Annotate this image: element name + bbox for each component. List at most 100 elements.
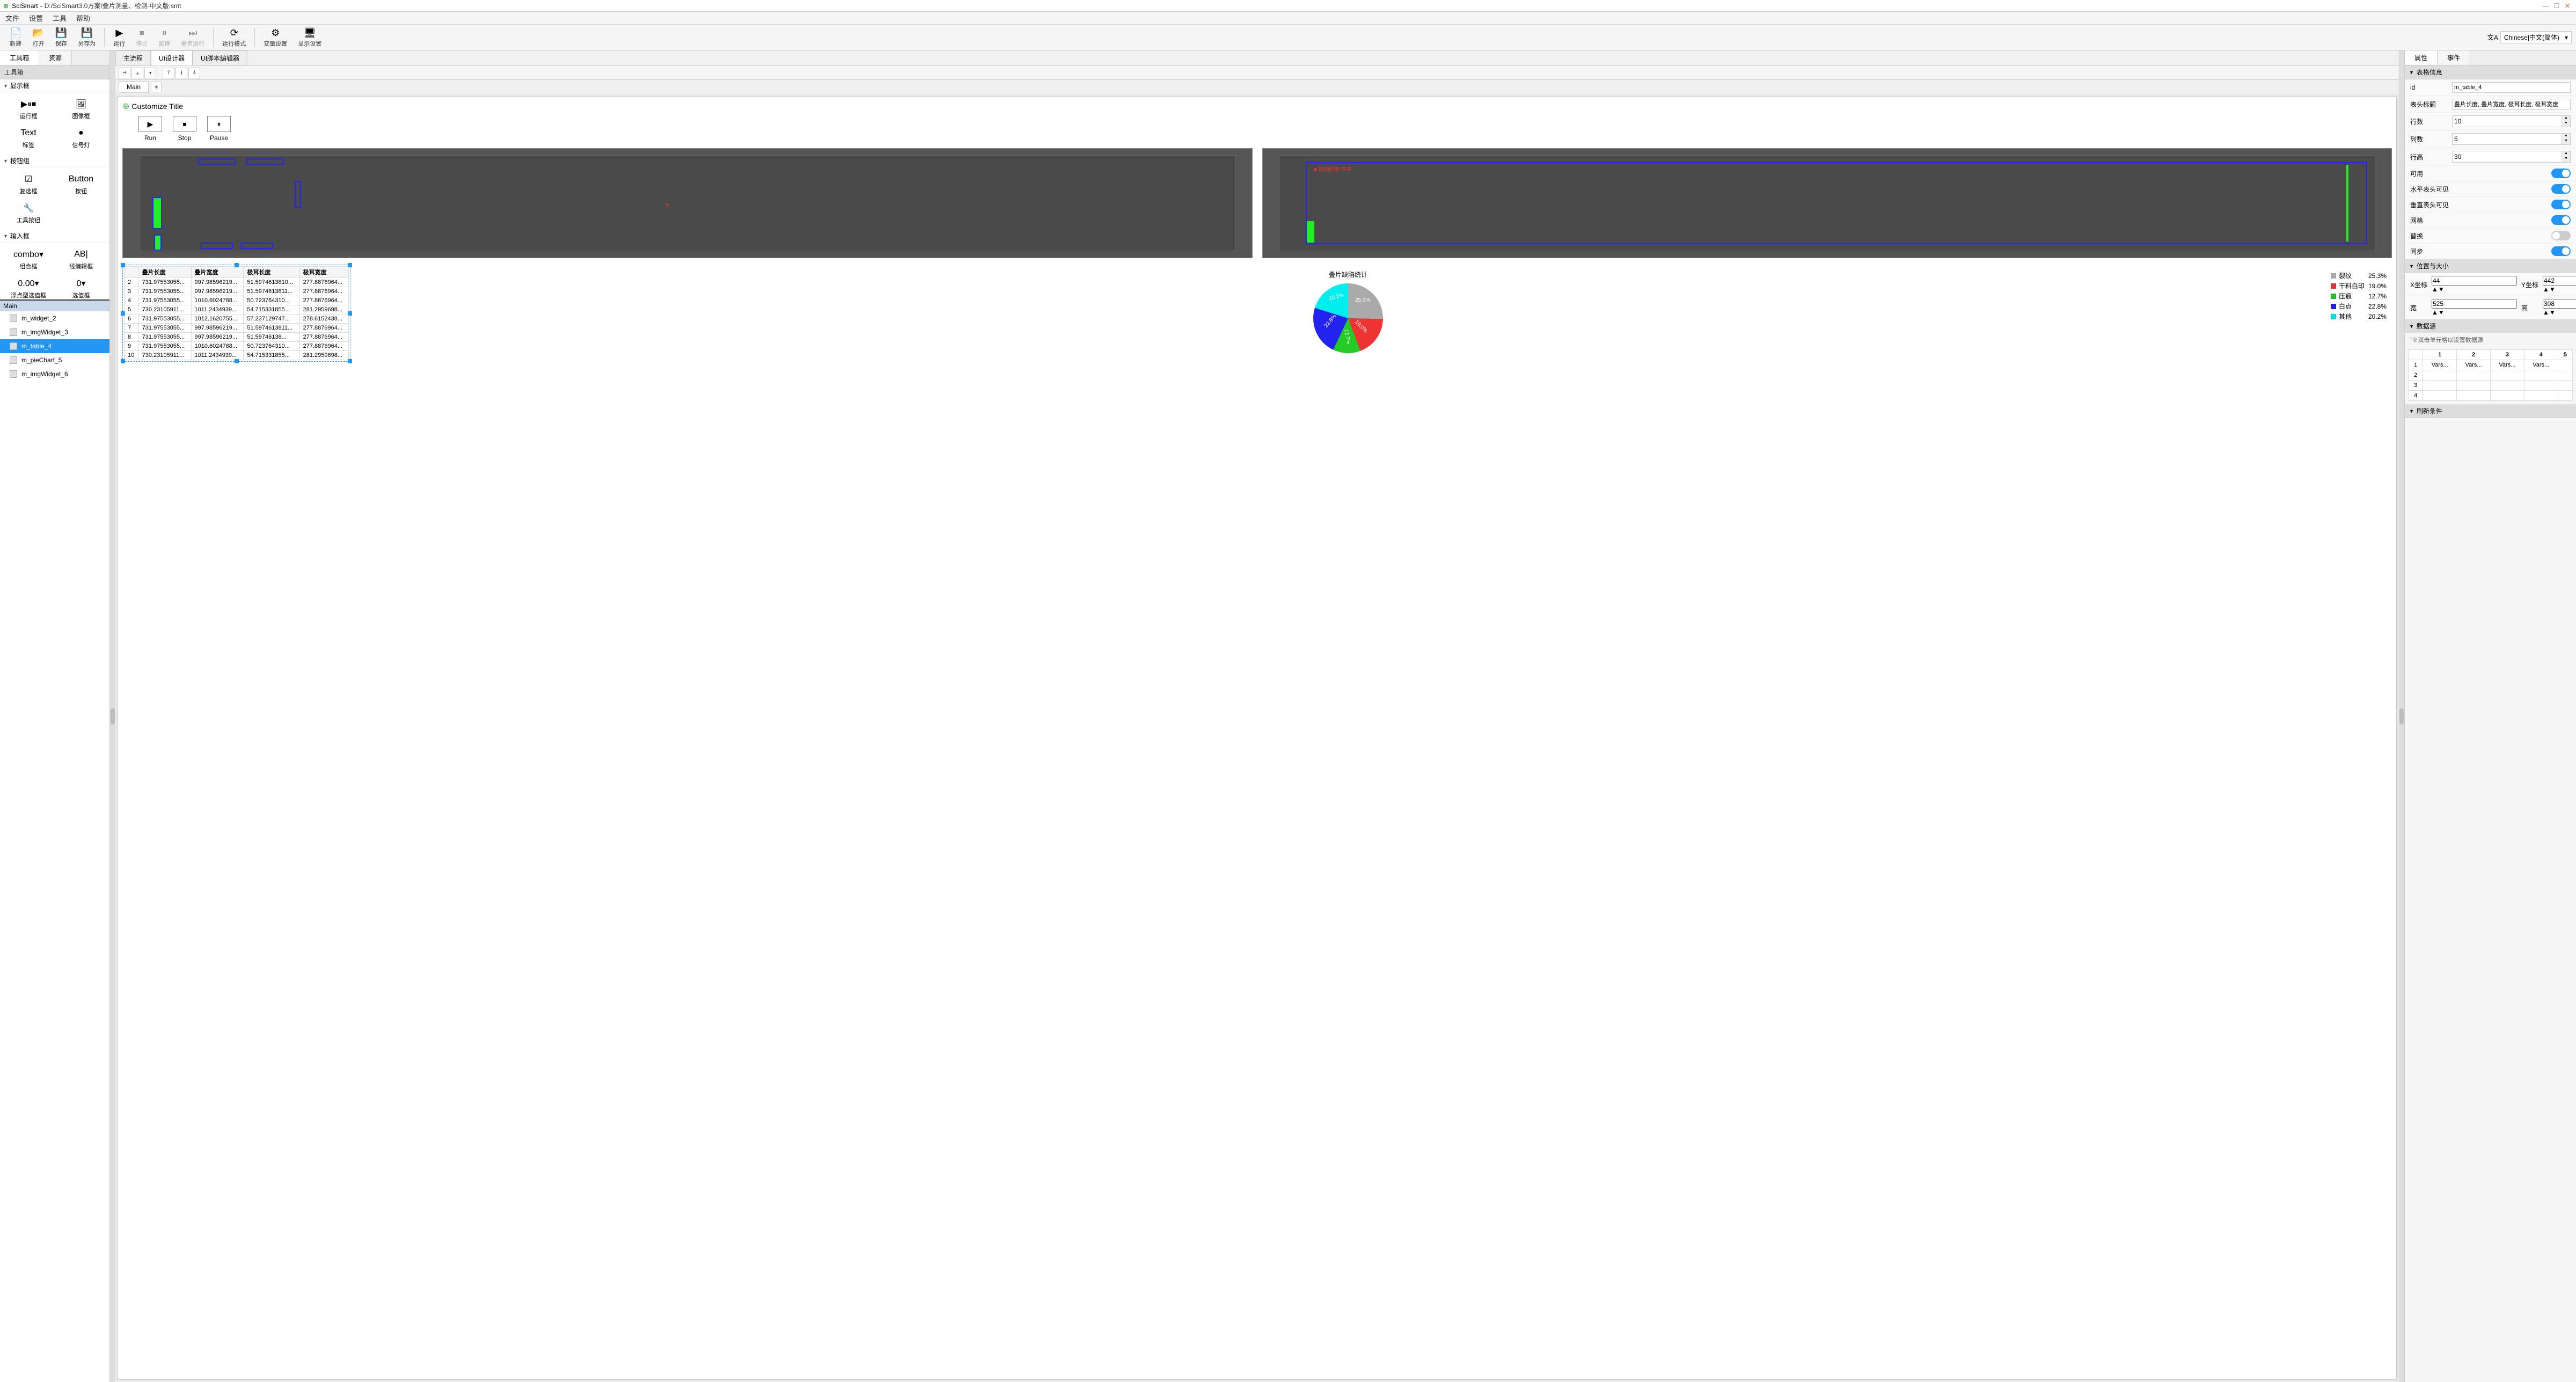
prop-w-input[interactable]: [2432, 299, 2517, 309]
minimize-icon[interactable]: —: [2541, 2, 2551, 10]
outline-item-m_table_4[interactable]: m_table_4: [0, 339, 109, 353]
pie-chart-widget[interactable]: 叠片缺陷统计 25.3% 19.0% 12.7% 22.8% 20.2% 裂纹2…: [360, 265, 2392, 362]
tool-2-2[interactable]: 0.00▾浮点型选值框: [2, 274, 55, 299]
tab-ui-designer[interactable]: UI设计器: [151, 50, 193, 65]
design-tab-main[interactable]: Main: [119, 81, 149, 93]
toolbar-cfg-0[interactable]: ⚙变量设置: [258, 26, 292, 49]
run-btn-stop[interactable]: ⏹: [173, 116, 196, 132]
toolbar-run-2[interactable]: ⏸暂停: [153, 26, 175, 49]
right-splitter[interactable]: [2399, 50, 2404, 1382]
toolbar-file-2[interactable]: 💾保存: [50, 26, 72, 49]
table-widget-selected[interactable]: 叠片长度叠片宽度极耳长度极耳宽度2731.97553055...997.9859…: [122, 265, 350, 362]
menu-settings[interactable]: 设置: [29, 13, 43, 23]
prop-rowh-input[interactable]: [2452, 151, 2562, 163]
prop-x-input[interactable]: [2432, 276, 2517, 286]
table-row[interactable]: 5730.23105911...1011.2434939...54.715331…: [125, 305, 349, 315]
title-bar: ⊕ SciSmart - D:/SciSmart3.0方案/叠片测量、检测-中文…: [0, 0, 2576, 12]
tool-1-0[interactable]: ☑复选框: [2, 170, 55, 199]
toggle-alt[interactable]: [2551, 231, 2571, 240]
menu-tools[interactable]: 工具: [53, 13, 67, 23]
tab-events[interactable]: 事件: [2438, 50, 2470, 65]
tab-main-flow[interactable]: 主流程: [115, 50, 151, 65]
add-tab-button[interactable]: +: [151, 82, 162, 92]
left-splitter[interactable]: [110, 50, 115, 1382]
tool-1-1[interactable]: Button按钮: [55, 170, 107, 199]
design-canvas[interactable]: ⊕ Customize Title ▶Run⏹Stop⏸Pause +: [118, 96, 2397, 1380]
prop-header-input[interactable]: [2452, 99, 2571, 109]
align-bottom-icon[interactable]: ⫰: [188, 68, 200, 78]
group-2[interactable]: 输入框: [0, 230, 109, 243]
tab-resources[interactable]: 资源: [39, 50, 72, 65]
toolbar-cfg-1[interactable]: 🖥显示设置: [292, 26, 327, 49]
outline-item-m_imgWidget_6[interactable]: m_imgWidget_6: [0, 367, 109, 381]
table-row[interactable]: 3731.97553055...997.98596219...51.597461…: [125, 287, 349, 296]
outline-item-m_imgWidget_3[interactable]: m_imgWidget_3: [0, 325, 109, 339]
toggle-vheader[interactable]: [2551, 200, 2571, 209]
table-row[interactable]: 4731.97553055...1010.6024788...50.723764…: [125, 296, 349, 305]
prop-id-input[interactable]: [2452, 82, 2571, 93]
section-refresh[interactable]: 刷新条件: [2405, 404, 2576, 418]
customize-title: Customize Title: [131, 102, 183, 111]
customize-logo-icon: ⊕: [122, 101, 129, 112]
section-position[interactable]: 位置与大小: [2405, 259, 2576, 273]
tool-0-3[interactable]: ●信号灯: [55, 123, 107, 152]
toggle-hheader[interactable]: [2551, 184, 2571, 194]
tool-1-2[interactable]: 🔧工具按钮: [2, 199, 55, 228]
toggle-grid[interactable]: [2551, 215, 2571, 225]
tool-0-1[interactable]: 🖼图像框: [55, 94, 107, 123]
toolbar-file-0[interactable]: 📄新建: [4, 26, 27, 49]
language-selector[interactable]: Chinese|中文(简体)▾: [2500, 31, 2572, 43]
image-widget-right[interactable]: ■ 检测结果 中中: [1262, 148, 2392, 258]
prop-h-input[interactable]: [2543, 299, 2576, 309]
group-1[interactable]: 按钮组: [0, 155, 109, 167]
right-panel: 属性 事件 表格信息 id 表头标题 行数▲▼ 列数▲▼ 行高▲▼ 可用 水平表…: [2404, 50, 2576, 1382]
tool-0-2[interactable]: Text标签: [2, 123, 55, 152]
table-row[interactable]: 7731.97553055...997.98596219...51.597461…: [125, 324, 349, 333]
tool-2-0[interactable]: combo▾组合框: [2, 245, 55, 274]
table-row[interactable]: 8731.97553055...997.98596219...51.597461…: [125, 333, 349, 342]
tool-2-3[interactable]: 0▾选值框: [55, 274, 107, 299]
prop-rows-input[interactable]: [2452, 115, 2562, 127]
prop-y-input[interactable]: [2543, 276, 2576, 286]
section-table-info[interactable]: 表格信息: [2405, 65, 2576, 79]
run-btn-run[interactable]: ▶: [138, 116, 162, 132]
toggle-sync[interactable]: [2551, 246, 2571, 256]
run-btn-pause[interactable]: ⏸: [207, 116, 231, 132]
close-icon[interactable]: ✕: [2562, 2, 2573, 10]
datasource-table[interactable]: 12345 1Vars...Vars...Vars...Vars... 2 3 …: [2408, 349, 2573, 401]
chart-title: 叠片缺陷统计: [1329, 270, 1367, 279]
outline-item-m_pieChart_5[interactable]: m_pieChart_5: [0, 353, 109, 367]
tool-2-1[interactable]: AB|线编辑框: [55, 245, 107, 274]
alignment-toolbar: ⫞ ⫠ ⫟ ⫯ ⫲ ⫰: [115, 66, 2399, 80]
align-top-icon[interactable]: ⫯: [163, 68, 174, 78]
toggle-enable[interactable]: [2551, 169, 2571, 178]
toolbar-run-0[interactable]: ▶运行: [108, 26, 130, 49]
section-datasource[interactable]: 数据源: [2405, 319, 2576, 333]
table-row[interactable]: 6731.97553055...1012.1620755...57.237129…: [125, 315, 349, 324]
outline-item-m_widget_2[interactable]: m_widget_2: [0, 311, 109, 325]
toolbar-mode-0[interactable]: ⟳运行模式: [217, 26, 251, 49]
table-row[interactable]: 9731.97553055...1010.6024788...50.723764…: [125, 342, 349, 351]
menu-help[interactable]: 帮助: [76, 13, 90, 23]
tool-0-0[interactable]: ▶⏸⏹运行框: [2, 94, 55, 123]
tab-toolbox[interactable]: 工具箱: [0, 50, 39, 65]
align-left-icon[interactable]: ⫞: [119, 68, 130, 78]
align-center-icon[interactable]: ⫠: [131, 68, 143, 78]
table-row[interactable]: 10730.23105911...1011.2434939...54.71533…: [125, 351, 349, 360]
tab-properties[interactable]: 属性: [2405, 50, 2438, 65]
toolbar-run-1[interactable]: ⏹停止: [130, 26, 153, 49]
table-row[interactable]: 2731.97553055...997.98596219...51.597461…: [125, 278, 349, 287]
align-middle-icon[interactable]: ⫲: [175, 68, 187, 78]
datasource-note: `※双击单元格以设置数据源: [2405, 333, 2576, 346]
group-0[interactable]: 显示框: [0, 79, 109, 92]
toolbar-file-3[interactable]: 💾另存为: [72, 26, 101, 49]
prop-cols-input[interactable]: [2452, 133, 2562, 145]
menu-file[interactable]: 文件: [5, 13, 19, 23]
chart-legend: 裂纹25.3%干料白印19.0%压痕12.7%白点22.8%其他20.2%: [2331, 270, 2387, 356]
maximize-icon[interactable]: ☐: [2551, 2, 2562, 10]
align-right-icon[interactable]: ⫟: [144, 68, 156, 78]
tab-ui-script[interactable]: UI脚本编辑器: [193, 50, 247, 65]
image-widget-left[interactable]: +: [122, 148, 1253, 258]
toolbar-file-1[interactable]: 📂打开: [27, 26, 49, 49]
toolbar-run-3[interactable]: ⏭单步运行: [175, 26, 210, 49]
